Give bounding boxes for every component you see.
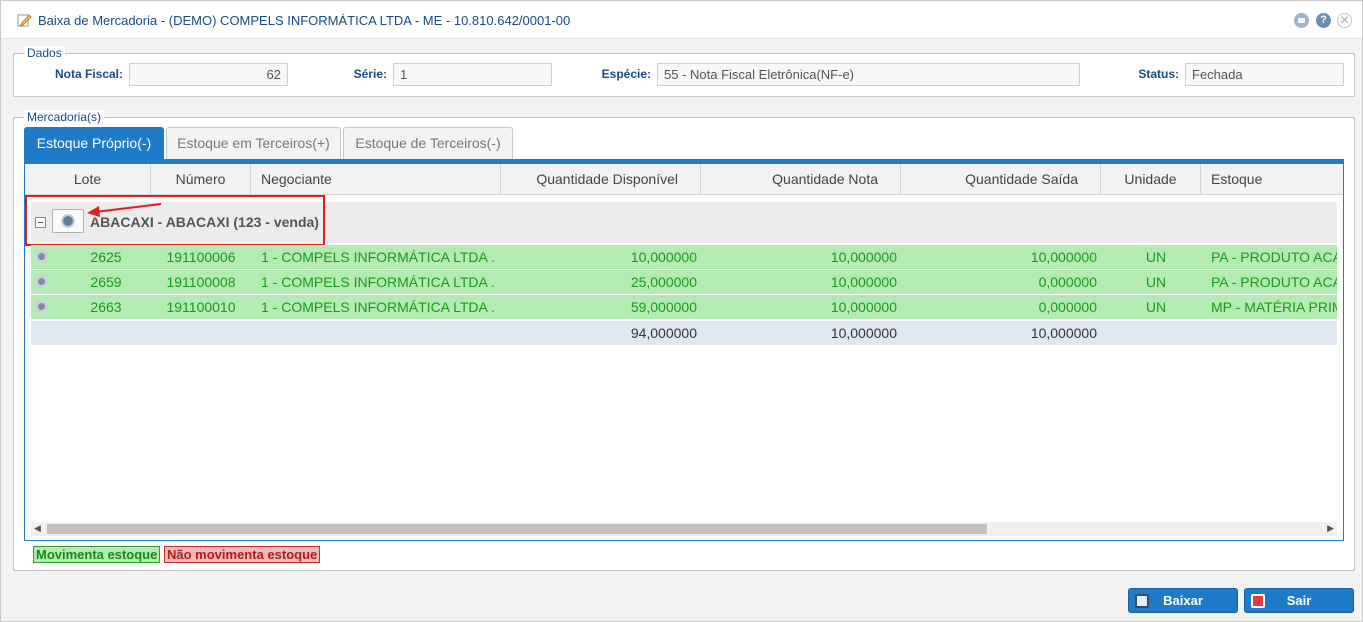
table-row[interactable]: 2625 191100006 1 - COMPELS INFORMÁTICA L… — [31, 245, 1337, 269]
cell-estoque: PA - PRODUTO ACABADO — [1211, 249, 1337, 265]
cell-negociante: 1 - COMPELS INFORMÁTICA LTDA ... — [261, 274, 496, 290]
column-header-quantidade-disponivel[interactable]: Quantidade Disponível — [501, 164, 701, 195]
close-icon[interactable]: ✕ — [1337, 13, 1352, 28]
total-saida: 10,000000 — [1030, 325, 1097, 341]
total-nota: 10,000000 — [830, 325, 897, 341]
especie-field[interactable]: 55 - Nota Fiscal Eletrônica(NF-e) — [657, 63, 1080, 86]
tab-estoque-em-terceiros[interactable]: Estoque em Terceiros(+) — [166, 127, 341, 159]
column-header-lote[interactable]: Lote — [25, 164, 151, 195]
nota-fiscal-field[interactable]: 62 — [129, 63, 288, 86]
cell-unidade: UN — [1145, 299, 1167, 315]
sair-button[interactable]: Sair — [1244, 588, 1354, 613]
column-header-quantidade-nota[interactable]: Quantidade Nota — [701, 164, 901, 195]
gear-icon[interactable] — [35, 250, 48, 263]
gear-icon[interactable] — [35, 275, 48, 288]
minimize-icon[interactable] — [1294, 13, 1309, 28]
total-disponivel: 94,000000 — [630, 325, 697, 341]
scroll-left-icon[interactable]: ◀ — [34, 523, 41, 534]
edit-pencil-icon — [17, 14, 32, 27]
serie-label: Série: — [353, 67, 387, 81]
cell-saida: 0,000000 — [1038, 274, 1097, 290]
baixar-button-label: Baixar — [1163, 593, 1203, 608]
horizontal-scrollbar[interactable]: ◀ ▶ — [31, 522, 1337, 536]
cell-negociante: 1 - COMPELS INFORMÁTICA LTDA ... — [261, 299, 496, 315]
title-bar: Baixa de Mercadoria - (DEMO) COMPELS INF… — [1, 1, 1362, 39]
dialog-window: Baixa de Mercadoria - (DEMO) COMPELS INF… — [0, 0, 1363, 622]
serie-field[interactable]: 1 — [393, 63, 552, 86]
exit-icon — [1251, 594, 1265, 608]
dados-legend: Dados — [24, 46, 65, 60]
baixar-button[interactable]: Baixar — [1128, 588, 1238, 613]
cell-saida: 10,000000 — [1030, 249, 1097, 265]
cell-numero: 191100008 — [166, 274, 236, 290]
cell-numero: 191100010 — [166, 299, 236, 315]
column-header-unidade[interactable]: Unidade — [1101, 164, 1201, 195]
cell-lote: 2663 — [90, 299, 122, 315]
scroll-thumb[interactable] — [47, 524, 987, 534]
save-icon — [1135, 594, 1149, 608]
column-header-quantidade-saida[interactable]: Quantidade Saída — [901, 164, 1101, 195]
table-row[interactable]: 2663 191100010 1 - COMPELS INFORMÁTICA L… — [31, 295, 1337, 319]
help-icon[interactable]: ? — [1316, 13, 1331, 28]
legend-movimenta-estoque: Movimenta estoque — [33, 546, 161, 563]
tab-estoque-de-terceiros[interactable]: Estoque de Terceiros(-) — [343, 127, 513, 159]
gear-icon[interactable] — [35, 300, 48, 313]
cell-negociante: 1 - COMPELS INFORMÁTICA LTDA ... — [261, 249, 496, 265]
cell-disponivel: 59,000000 — [630, 299, 697, 315]
status-field[interactable]: Fechada — [1185, 63, 1344, 86]
cell-estoque: PA - PRODUTO ACABADO — [1211, 274, 1337, 290]
status-label: Status: — [1138, 67, 1179, 81]
column-header-negociante[interactable]: Negociante — [251, 164, 501, 195]
cell-saida: 0,000000 — [1038, 299, 1097, 315]
cell-nota: 10,000000 — [830, 299, 897, 315]
cell-nota: 10,000000 — [830, 249, 897, 265]
table-row[interactable]: 2659 191100008 1 - COMPELS INFORMÁTICA L… — [31, 270, 1337, 294]
especie-label: Espécie: — [601, 67, 651, 81]
cell-lote: 2625 — [90, 249, 122, 265]
mercadorias-legend: Mercadoria(s) — [24, 110, 105, 124]
nota-fiscal-label: Nota Fiscal: — [54, 67, 123, 81]
cell-lote: 2659 — [90, 274, 122, 290]
cell-unidade: UN — [1145, 274, 1167, 290]
tab-estoque-proprio[interactable]: Estoque Próprio(-) — [24, 127, 164, 159]
totals-row: 94,000000 10,000000 10,000000 — [31, 321, 1337, 345]
sair-button-label: Sair — [1286, 593, 1312, 608]
scroll-right-icon[interactable]: ▶ — [1327, 523, 1334, 534]
cell-unidade: UN — [1145, 249, 1167, 265]
legend-nao-movimenta-estoque: Não movimenta estoque — [164, 546, 321, 563]
column-header-numero[interactable]: Número — [151, 164, 251, 195]
highlight-box — [25, 195, 325, 246]
cell-nota: 10,000000 — [830, 274, 897, 290]
window-title: Baixa de Mercadoria - (DEMO) COMPELS INF… — [38, 13, 571, 28]
red-arrow-annotation — [87, 203, 162, 217]
cell-disponivel: 10,000000 — [630, 249, 697, 265]
cell-numero: 191100006 — [166, 249, 236, 265]
column-header-estoque[interactable]: Estoque — [1201, 164, 1343, 195]
grid-header: Lote Número Negociante Quantidade Dispon… — [25, 164, 1343, 195]
cell-disponivel: 25,000000 — [630, 274, 697, 290]
mercadorias-grid: Lote Número Negociante Quantidade Dispon… — [24, 164, 1344, 541]
cell-estoque: MP - MATÉRIA PRIMA — [1211, 299, 1337, 315]
